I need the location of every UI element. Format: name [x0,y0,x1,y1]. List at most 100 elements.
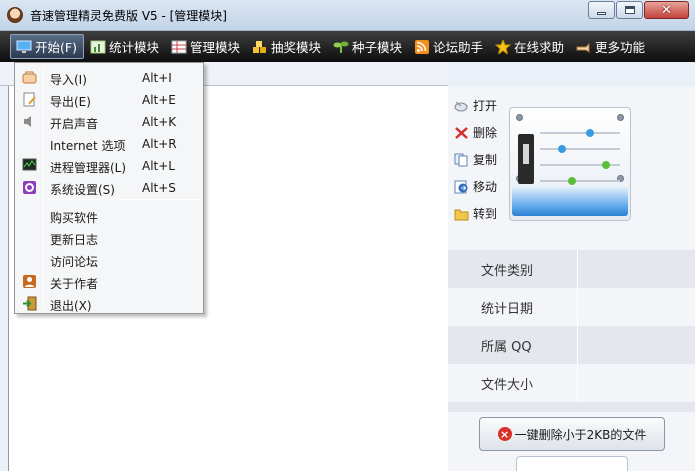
start-menu: 导入(I) Alt+I 导出(E) Alt+E 开启声音 Alt+K Inter… [14,62,204,314]
minimize-button[interactable] [588,1,615,19]
delete-circle-icon: × [497,427,512,441]
delete-small-files-label: 一键删除小于2KB的文件 [514,427,647,442]
monitor-icon [16,40,32,53]
hand-icon [576,42,590,53]
menu-item-shortcut: Alt+L [142,159,175,173]
menu-item-exit[interactable]: 退出(X) [17,293,201,315]
menu-item-label: 导出(E) [50,95,91,109]
info-row-spacer [448,402,695,412]
screw-icon [617,114,624,121]
toolbar-help-label: 在线求助 [514,40,565,55]
move-icon [454,180,468,193]
toolbar-lottery[interactable]: 抽奖模块 [247,34,327,59]
menu-item-settings[interactable]: 系统设置(S) Alt+S [17,177,201,199]
menu-item-import[interactable]: 导入(I) Alt+I [17,67,201,89]
menu-item-shortcut: Alt+R [142,137,177,151]
toolbar-lottery-label: 抽奖模块 [270,40,321,55]
lower-illustration [516,456,628,471]
menu-item-label: 系统设置(S) [50,183,115,197]
toolbar-start-label: 开始(F) [35,40,77,55]
toolbar-statistics[interactable]: 统计模块 [85,34,165,59]
slider-knob [586,129,594,137]
toolbar-manage[interactable]: 管理模块 [166,34,246,59]
toolbar-forum[interactable]: 论坛助手 [409,34,489,59]
menu-item-label: 导入(I) [50,73,87,87]
action-copy-label: 复制 [473,153,498,167]
delete-small-files-button[interactable]: × 一键删除小于2KB的文件 [479,417,665,451]
info-row-file-type: 文件类别 [448,250,695,288]
copy-icon [454,153,468,166]
menu-item-buy[interactable]: 购买软件 [17,205,201,227]
info-row-stat-date: 统计日期 [448,288,695,326]
folder-icon [454,209,469,220]
menu-item-internet-options[interactable]: Internet 选项 Alt+R [17,133,201,155]
screw-icon [516,114,523,121]
action-copy[interactable]: 复制 [454,146,497,173]
toolbar-manage-label: 管理模块 [189,40,240,55]
menu-separator [46,199,200,200]
exit-icon [23,296,37,311]
import-icon [22,71,37,84]
info-label-stat-date: 统计日期 [481,301,534,317]
settings-icon [23,181,36,194]
menu-item-label: 开启声音 [50,117,99,131]
slider-knob [558,145,566,153]
chart-icon [90,40,106,53]
info-label-file-type: 文件类别 [481,263,534,279]
toolbar-more[interactable]: 更多功能 [571,34,651,59]
action-delete-label: 删除 [473,126,498,140]
menu-item-changelog[interactable]: 更新日志 [17,227,201,249]
menu-item-label: 访问论坛 [50,255,99,269]
toolbar-seed[interactable]: 种子模块 [328,34,408,59]
toolbar-forum-label: 论坛助手 [433,40,484,55]
delete-x-icon [455,126,468,139]
slider-track [540,132,620,134]
window-title: 音速管理精灵免费版 V5 - [管理模块] [30,9,227,23]
menu-item-shortcut: Alt+S [142,181,176,195]
toolbar-help[interactable]: 在线求助 [490,34,570,59]
toolbar-seed-label: 种子模块 [352,40,403,55]
slider-track [540,180,620,182]
action-delete[interactable]: 删除 [454,119,497,146]
menu-item-shortcut: Alt+E [142,93,176,107]
gold-icon [252,40,266,53]
equalizer-illustration [509,107,631,221]
maximize-button[interactable] [616,1,643,19]
toolbar-start[interactable]: 开始(F) [10,34,84,59]
right-panel: 打开 删除 复制 移动 转到 文件类别 统计日期 所属 QQ 文件大小 × 一键… [448,86,695,471]
menu-item-sound[interactable]: 开启声音 Alt+K [17,111,201,133]
menu-item-process-manager[interactable]: 进程管理器(L) Alt+L [17,155,201,177]
action-open[interactable]: 打开 [454,92,497,119]
export-icon [23,92,36,107]
info-row-file-size: 文件大小 [448,364,695,402]
menu-item-label: 进程管理器(L) [50,161,127,175]
close-icon: ✕ [661,2,672,18]
menu-item-label: 退出(X) [50,299,92,313]
info-row-owner-qq: 所属 QQ [448,326,695,364]
minimize-icon [597,12,606,15]
rss-icon [415,39,430,54]
toolbar-statistics-label: 统计模块 [108,40,159,55]
monitor-chart-icon [22,158,37,171]
slider-track [540,148,620,150]
slider-knob [568,177,576,185]
menu-item-shortcut: Alt+I [142,71,172,85]
grid-icon [171,40,187,53]
action-goto-label: 转到 [473,207,498,221]
menu-item-label: 购买软件 [50,211,99,225]
action-open-label: 打开 [473,99,498,113]
star-icon [495,39,512,54]
close-button[interactable]: ✕ [644,1,689,19]
speaker-icon [24,116,31,127]
window-controls: ✕ [587,1,689,19]
menu-item-about[interactable]: 关于作者 [17,271,201,293]
app-icon [7,7,23,23]
action-move[interactable]: 移动 [454,173,497,200]
menu-item-label: 更新日志 [50,233,99,247]
action-goto[interactable]: 转到 [454,200,497,227]
action-list: 打开 删除 复制 移动 转到 [454,92,497,227]
menu-item-export[interactable]: 导出(E) Alt+E [17,89,201,111]
main-toolbar: 开始(F) 统计模块 管理模块 抽奖模块 种子模块 论坛助手 在线求助 更多功能 [0,31,695,62]
menu-item-shortcut: Alt+K [142,115,177,129]
menu-item-visit-forum[interactable]: 访问论坛 [17,249,201,271]
